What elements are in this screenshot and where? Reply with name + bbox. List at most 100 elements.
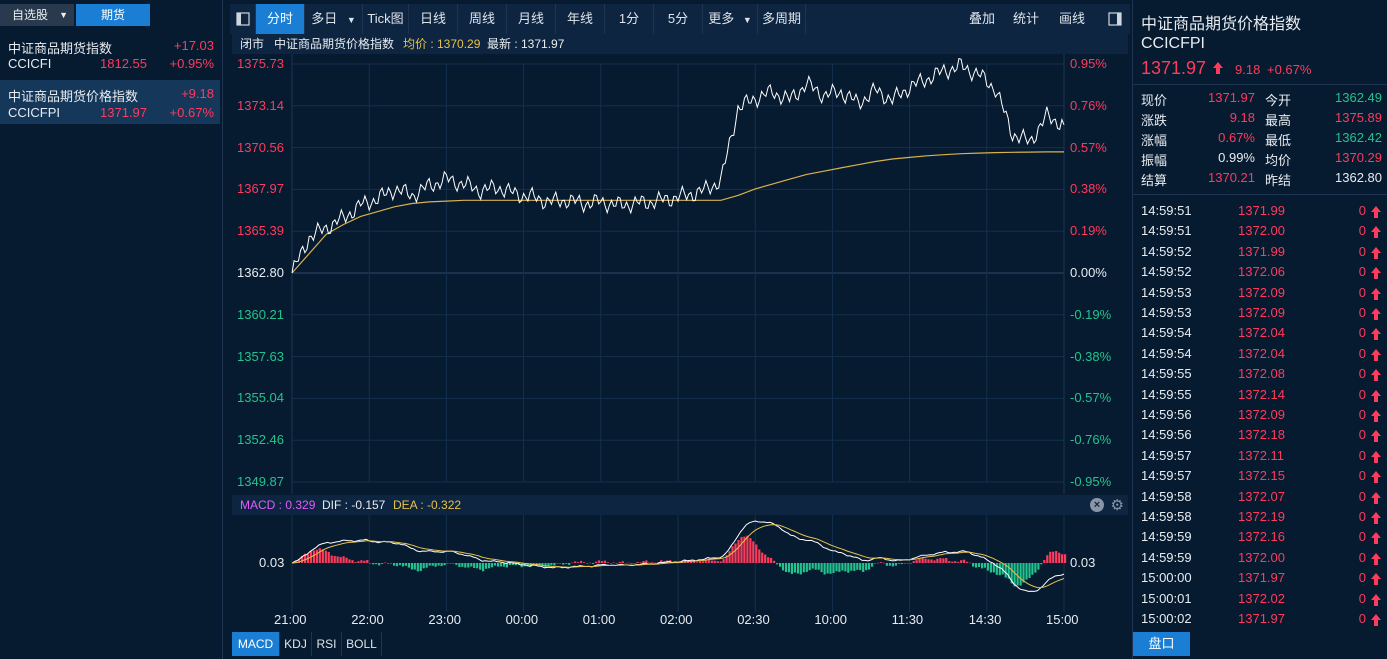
quote-value: 1375.89 (1335, 110, 1382, 125)
tab-order-book[interactable]: 盘口 (1133, 632, 1190, 656)
macd-histogram-bar (787, 563, 791, 573)
tab-multi-period[interactable]: 多周期 (758, 4, 806, 34)
intraday-chart[interactable] (232, 54, 1128, 494)
sidebar-toggle-icon (1108, 12, 1122, 26)
tick-price: 1372.00 (1238, 223, 1285, 239)
tick-time: 14:59:54 (1141, 325, 1192, 341)
list-item[interactable]: 中证商品期货指数 +17.03 CCICFI 1812.55 +0.95% (0, 34, 220, 74)
macd-histogram-bar (615, 563, 618, 564)
tab-macd[interactable]: MACD (232, 632, 280, 656)
tab-daily[interactable]: 日线 (409, 4, 458, 34)
macd-histogram-bar (1019, 563, 1022, 586)
macd-histogram-bar (835, 563, 838, 572)
tab-1min[interactable]: 1分 (605, 4, 654, 34)
arrow-up-icon (1371, 430, 1381, 443)
tab-futures[interactable]: 期货 (76, 4, 150, 26)
chevron-down-icon: ▼ (346, 15, 356, 25)
tab-rsi[interactable]: RSI (312, 632, 342, 656)
macd-histogram-bar (395, 563, 399, 567)
overlay-button[interactable]: 叠加 (964, 4, 1000, 34)
arrow-up-icon (1371, 328, 1381, 341)
tab-boll[interactable]: BOLL (342, 632, 382, 656)
macd-histogram-bar (606, 562, 609, 563)
quote-label: 现价 (1141, 93, 1168, 108)
macd-histogram-bar (900, 563, 903, 565)
tick-row: 14:59:57 1372.11 0 (1133, 448, 1387, 468)
macd-histogram-bar (464, 563, 467, 568)
tab-5min[interactable]: 5分 (654, 4, 703, 34)
tick-time: 14:59:55 (1141, 386, 1192, 402)
macd-histogram-bar (805, 563, 808, 572)
macd-histogram-bar (508, 563, 511, 565)
macd-histogram-bar (927, 559, 930, 563)
tick-row: 15:00:01 1372.02 0 (1133, 591, 1387, 611)
chart-info-bar: 闭市 中证商品期货价格指数 均价 : 1370.29 最新 : 1371.97 (232, 34, 1128, 54)
quote-value: 1362.49 (1335, 90, 1382, 105)
macd-histogram-bar (989, 563, 992, 573)
quote-label: 涨跌 (1141, 113, 1168, 128)
macd-histogram-bar (882, 562, 886, 564)
watchlist-panel: 自选股 ▼ 期货 中证商品期货指数 +17.03 CCICFI 1812.55 … (0, 0, 223, 659)
macd-histogram-bar (731, 546, 734, 563)
macd-histogram-bar (446, 563, 449, 564)
macd-histogram-bar (776, 563, 779, 565)
macd-histogram-bar (829, 563, 832, 574)
macd-histogram-bar (384, 562, 387, 564)
macd-histogram-bar (936, 558, 939, 563)
tick-volume: 0 (1358, 549, 1366, 565)
tick-volume: 0 (1358, 611, 1366, 626)
macd-histogram-bar (698, 561, 701, 563)
tick-volume: 0 (1358, 264, 1366, 280)
tick-volume: 0 (1358, 243, 1366, 259)
tick-time: 14:59:54 (1141, 345, 1192, 361)
macd-histogram-bar (401, 563, 405, 567)
list-item-selected[interactable]: 中证商品期货价格指数 +9.18 CCICFPI 1371.97 +0.67% (0, 80, 220, 124)
tab-weekly[interactable]: 周线 (458, 4, 507, 34)
macd-histogram-bar (963, 559, 966, 563)
macd-histogram-bar (467, 563, 470, 568)
chevron-down-icon[interactable]: ▼ (59, 4, 68, 26)
item-price: 1371.97 (100, 105, 147, 120)
macd-histogram-bar (980, 563, 984, 569)
arrow-up-icon (1371, 348, 1381, 361)
macd-histogram-bar (360, 560, 363, 563)
tick-price: 1372.07 (1238, 488, 1285, 504)
macd-histogram-bar (642, 561, 645, 563)
macd-histogram-bar (413, 563, 416, 570)
macd-histogram-bar (1055, 551, 1058, 563)
tick-volume: 0 (1358, 570, 1366, 586)
tab-multiday[interactable]: 多日 ▼ (305, 4, 363, 34)
macd-histogram-bar (342, 556, 345, 563)
quote-value: 1370.21 (1208, 170, 1255, 185)
price-tick-label: 1360.21 (237, 306, 284, 322)
statistics-button[interactable]: 统计 (1008, 4, 1044, 34)
tab-tick[interactable]: Tick图 (363, 4, 409, 34)
toggle-right-panel-button[interactable] (1102, 4, 1128, 34)
close-icon[interactable]: × (1090, 498, 1104, 512)
macd-histogram-bar (710, 560, 713, 563)
macd-histogram-bar (594, 561, 598, 563)
tick-time: 14:59:57 (1141, 447, 1192, 463)
arrow-up-icon (1371, 308, 1381, 320)
tab-monthly[interactable]: 月线 (507, 4, 556, 34)
macd-histogram-bar (838, 563, 841, 572)
draw-line-button[interactable]: 画线 (1054, 4, 1090, 34)
gear-icon[interactable]: ⚙ (1111, 496, 1124, 516)
macd-histogram-bar (568, 563, 571, 565)
quote-panel: 中证商品期货价格指数 CCICFPI 1371.97 9.18 +0.67% 现… (1132, 0, 1387, 659)
price-tick-label: 1352.46 (237, 432, 284, 448)
time-tick-label: 01:00 (582, 612, 616, 627)
toggle-left-panel-button[interactable] (230, 4, 256, 34)
more-menu-button[interactable]: 更多 ▼ (703, 4, 758, 34)
macd-histogram-bar (493, 563, 497, 566)
tab-yearly[interactable]: 年线 (556, 4, 605, 34)
macd-histogram-bar (868, 563, 871, 570)
tab-watchlist[interactable]: 自选股 ▼ (0, 4, 74, 26)
tab-timeshare[interactable]: 分时 (256, 4, 305, 34)
macd-histogram-bar (600, 561, 603, 563)
tab-kdj[interactable]: KDJ (280, 632, 312, 656)
macd-chart[interactable] (232, 515, 1128, 612)
price-change-pct: +0.67% (1267, 62, 1312, 77)
macd-histogram-bar (390, 563, 393, 564)
macd-histogram-bar (482, 563, 485, 572)
